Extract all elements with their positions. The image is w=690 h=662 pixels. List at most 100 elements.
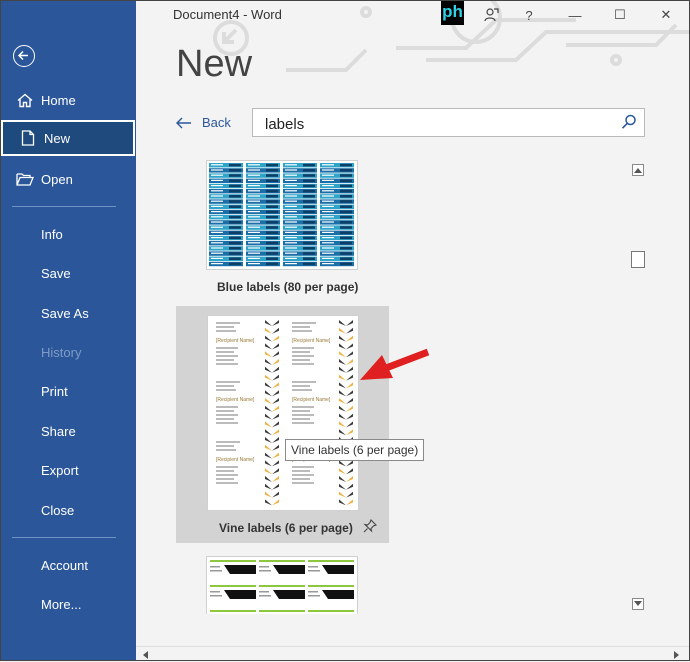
scroll-down-button[interactable] — [632, 598, 644, 610]
blue-label-shape — [322, 211, 334, 213]
vine-leaf-shape — [272, 429, 279, 436]
placeholder-line — [292, 418, 310, 420]
sidebar-item-more[interactable]: More... — [0, 586, 136, 622]
blue-label-shape — [229, 241, 241, 245]
pin-icon[interactable] — [363, 519, 377, 538]
sidebar-item-save[interactable]: Save — [0, 255, 136, 291]
sidebar-item-home[interactable]: Home — [0, 82, 136, 118]
template-tile-blue-labels[interactable]: Blue labels (80 per page) — [176, 157, 388, 301]
back-arrow-icon[interactable] — [13, 45, 35, 67]
blue-label-shape — [248, 257, 260, 259]
label-block — [322, 590, 354, 599]
maximize-button[interactable]: ☐ — [610, 5, 630, 25]
blue-label-shape — [229, 184, 241, 188]
close-window-button[interactable]: ✕ — [656, 5, 676, 25]
vine-leaf-shape — [339, 421, 346, 428]
scroll-right-icon[interactable] — [674, 651, 680, 659]
blue-label-shape — [266, 200, 278, 203]
vine-leaf-shape — [346, 491, 353, 498]
help-button[interactable]: ? — [519, 5, 539, 25]
vine-leaf-shape — [265, 398, 272, 404]
vine-leaf-shape — [346, 413, 353, 420]
blue-label-shape — [340, 226, 352, 229]
sidebar-item-info[interactable]: Info — [0, 216, 136, 252]
vine-leaf-shape — [346, 327, 353, 334]
blue-label-shape — [285, 247, 297, 249]
blue-label-shape — [211, 200, 223, 202]
vine-leaf-shape — [339, 499, 346, 506]
blue-label-shape — [322, 257, 334, 259]
blue-label-shape — [248, 169, 260, 171]
scrollbar-thumb[interactable] — [631, 251, 645, 268]
label-stripe — [259, 610, 305, 612]
template-label: Blue labels (80 per page) — [217, 280, 359, 294]
vine-leaf-shape — [272, 444, 279, 451]
placeholder-line — [259, 566, 269, 568]
blue-label-shape — [340, 205, 352, 208]
horizontal-scrollbar[interactable] — [136, 646, 690, 662]
placeholder-line — [216, 422, 238, 424]
template-thumbnail — [206, 556, 358, 614]
vine-leaf-shape — [265, 382, 272, 389]
placeholder-line — [292, 482, 314, 484]
sidebar-item-close[interactable]: Close — [0, 492, 136, 528]
label-stripe — [210, 585, 256, 587]
blue-label-shape — [322, 185, 334, 187]
sidebar-item-open[interactable]: Open — [0, 161, 136, 197]
blue-label-shape — [322, 174, 334, 176]
backstage-sidebar: Home New Open Info Save Save As History … — [0, 0, 136, 661]
sidebar-item-new[interactable]: New — [1, 120, 135, 156]
search-icon[interactable] — [621, 114, 637, 135]
blue-label-shape — [285, 242, 297, 244]
blue-label-shape — [285, 221, 297, 223]
blue-label-shape — [229, 257, 241, 260]
vine-leaf-shape — [339, 476, 346, 482]
label-block — [224, 590, 256, 599]
back-button[interactable]: Back — [176, 115, 231, 130]
blue-label-shape — [303, 174, 315, 177]
vine-leaf-shape — [272, 413, 279, 420]
search-box[interactable] — [252, 108, 645, 137]
placeholder-line — [216, 389, 236, 391]
label-stripe — [308, 610, 354, 612]
account-switch-icon[interactable] — [481, 5, 501, 25]
blue-label-shape — [229, 174, 241, 177]
blue-label-shape — [266, 221, 278, 224]
sidebar-item-account[interactable]: Account — [0, 547, 136, 583]
vine-leaf-shape — [272, 499, 279, 506]
placeholder-line — [216, 482, 238, 484]
vine-leaf-shape — [272, 421, 279, 428]
blue-label-shape — [303, 262, 315, 266]
blue-label-shape — [340, 221, 352, 224]
scroll-up-icon — [634, 168, 642, 173]
scroll-up-button[interactable] — [632, 164, 644, 176]
blue-label-shape — [211, 231, 223, 233]
blue-label-shape — [340, 169, 352, 172]
vine-leaf-shape — [272, 327, 279, 334]
blue-label-shape — [229, 231, 241, 234]
blue-label-shape — [248, 190, 260, 192]
blue-label-shape — [340, 231, 352, 234]
placeholder-line — [216, 347, 238, 349]
sidebar-item-save-as[interactable]: Save As — [0, 295, 136, 331]
scroll-left-icon[interactable] — [142, 651, 148, 659]
blue-label-shape — [229, 226, 241, 229]
minimize-button[interactable]: — — [565, 5, 585, 25]
search-input[interactable] — [263, 115, 607, 134]
vine-leaf-shape — [339, 374, 346, 381]
template-tile-vine-labels[interactable]: [Recipient Name] [Recipient Name] [Recipie… — [176, 306, 389, 543]
blue-label-shape — [303, 205, 315, 208]
blue-label-shape — [285, 237, 297, 239]
vine-leaf-shape — [346, 374, 353, 381]
placeholder-line — [308, 566, 318, 568]
vine-leaf-shape — [265, 421, 272, 428]
sidebar-item-share[interactable]: Share — [0, 413, 136, 449]
vertical-scrollbar[interactable] — [630, 162, 646, 612]
template-tile-labels-3[interactable] — [176, 550, 388, 614]
blue-label-shape — [322, 190, 334, 192]
sidebar-item-export[interactable]: Export — [0, 452, 136, 488]
blue-label-shape — [248, 237, 260, 239]
blue-label-shape — [229, 221, 241, 224]
sidebar-item-print[interactable]: Print — [0, 373, 136, 409]
vine-leaf-shape — [346, 421, 353, 428]
